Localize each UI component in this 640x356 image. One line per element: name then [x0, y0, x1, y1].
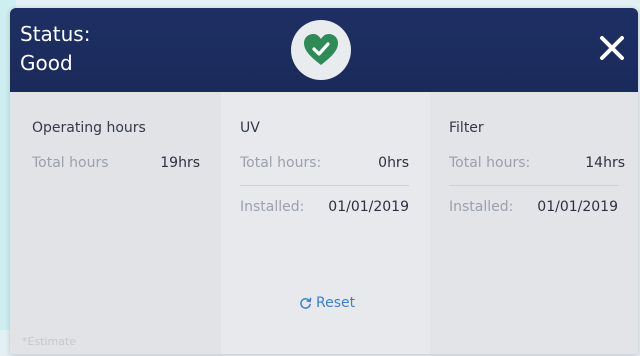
operating-total-hours-label: Total hours: [32, 155, 109, 171]
uv-divider: [240, 185, 409, 186]
status-label: Status:: [20, 22, 91, 46]
uv-total-hours-value: 0hrs: [378, 155, 409, 171]
heart-check-icon: [304, 34, 338, 65]
filter-installed-label: Installed:: [449, 199, 514, 215]
operating-hours-column: Operating hours Total hours 19hrs: [10, 92, 221, 354]
status-dialog: Status: Good Operating hours Total hours…: [10, 8, 638, 354]
filter-divider: [449, 185, 619, 186]
filter-total-hours-value: 14hrs: [585, 155, 625, 171]
uv-installed-label: Installed:: [240, 199, 305, 215]
uv-total-hours-label: Total hours:: [240, 155, 322, 171]
dialog-header: Status: Good: [10, 8, 638, 92]
close-button[interactable]: [598, 34, 626, 62]
status-badge: [291, 20, 351, 80]
filter-column: Filter Total hours: 14hrs Installed: 01/…: [430, 92, 638, 354]
refresh-icon: [300, 297, 312, 309]
uv-title: UV: [240, 120, 260, 136]
reset-label: Reset: [316, 295, 356, 311]
reset-button[interactable]: Reset: [299, 295, 355, 311]
uv-installed-value: 01/01/2019: [328, 199, 409, 215]
operating-hours-title: Operating hours: [32, 120, 146, 136]
uv-column: UV Total hours: 0hrs Installed: 01/01/20…: [221, 92, 430, 354]
filter-total-hours-label: Total hours:: [449, 155, 531, 171]
filter-installed-value: 01/01/2019: [537, 199, 618, 215]
status-text: Status: Good: [20, 20, 90, 78]
filter-title: Filter: [449, 120, 484, 136]
close-icon: [600, 36, 624, 60]
status-value: Good: [20, 51, 73, 75]
operating-total-hours-value: 19hrs: [160, 155, 200, 171]
estimate-footnote: *Estimate: [22, 335, 77, 348]
